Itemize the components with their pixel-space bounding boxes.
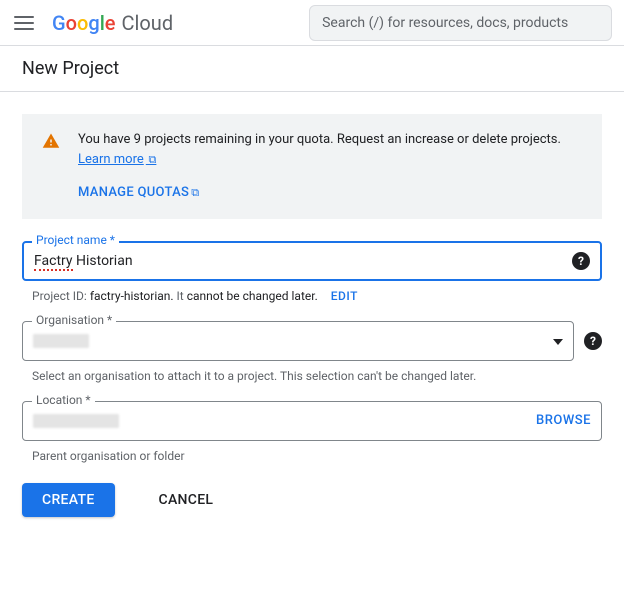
notice-body: You have 9 projects remaining in your qu…: [78, 130, 582, 203]
manage-quotas-link[interactable]: MANAGE QUOTAS ⧉: [78, 183, 199, 203]
organisation-field: Organisation * ?: [22, 321, 602, 361]
project-name-field: Project name * Factry Historian ?: [22, 241, 602, 281]
location-value-redacted: [33, 414, 119, 428]
location-input[interactable]: BROWSE: [22, 401, 602, 441]
project-name-input-wrap[interactable]: Factry Historian ?: [22, 241, 602, 281]
warning-icon: [42, 132, 60, 203]
external-link-icon: ⧉: [146, 153, 157, 166]
cancel-button[interactable]: CANCEL: [139, 483, 234, 517]
project-name-value: Factry Historian: [34, 253, 133, 269]
create-button[interactable]: CREATE: [22, 483, 115, 517]
google-cloud-logo[interactable]: Google Cloud: [52, 11, 173, 35]
menu-icon[interactable]: [12, 11, 36, 35]
page-title: New Project: [22, 58, 602, 79]
organisation-select[interactable]: [22, 321, 574, 361]
location-label: Location *: [32, 393, 95, 407]
organisation-value-redacted: [33, 334, 89, 348]
quota-notice: You have 9 projects remaining in your qu…: [22, 114, 602, 219]
action-buttons: CREATE CANCEL: [22, 483, 602, 517]
location-field: Location * BROWSE: [22, 401, 602, 441]
browse-button[interactable]: BROWSE: [536, 413, 591, 428]
project-name-label: Project name *: [32, 233, 119, 247]
external-link-icon: ⧉: [191, 185, 199, 202]
organisation-helper: Select an organisation to attach it to a…: [22, 369, 602, 383]
location-helper: Parent organisation or folder: [22, 449, 602, 463]
notice-text: You have 9 projects remaining in your qu…: [78, 132, 561, 147]
help-icon[interactable]: ?: [572, 252, 590, 270]
chevron-down-icon: [553, 333, 563, 349]
organisation-label: Organisation *: [32, 313, 116, 327]
edit-project-id-button[interactable]: EDIT: [331, 289, 358, 303]
learn-more-link[interactable]: Learn more ⧉: [78, 152, 156, 167]
logo-cloud-text: Cloud: [122, 11, 174, 35]
help-icon[interactable]: ?: [584, 332, 602, 350]
page-title-bar: New Project: [0, 46, 624, 92]
project-id-helper: Project ID: factry-historian. It cannot …: [22, 289, 602, 303]
search-placeholder: Search (/) for resources, docs, products: [322, 15, 568, 31]
content-area: You have 9 projects remaining in your qu…: [0, 92, 624, 539]
top-header: Google Cloud Search (/) for resources, d…: [0, 0, 624, 46]
search-input[interactable]: Search (/) for resources, docs, products: [309, 5, 612, 41]
